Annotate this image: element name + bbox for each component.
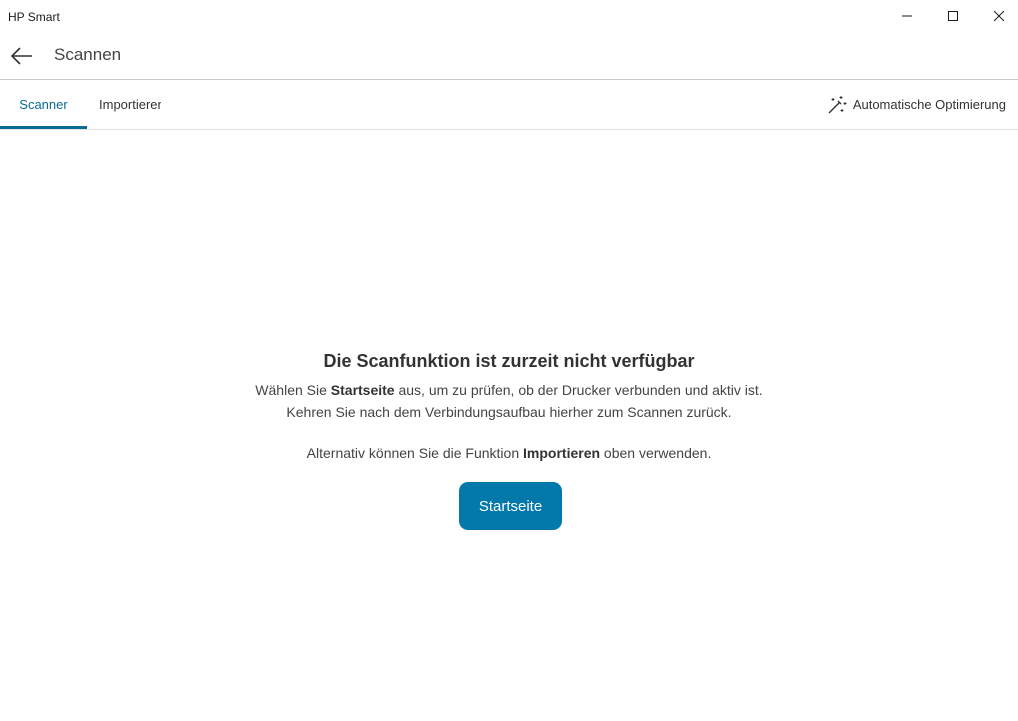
message-line-2: Kehren Sie nach dem Verbindungsaufbau hi… [286, 404, 732, 420]
home-button[interactable]: Startseite [459, 482, 562, 530]
minimize-button[interactable] [884, 0, 930, 32]
title-bar: HP Smart [0, 0, 1018, 32]
page-header: Scannen [0, 32, 1018, 80]
tab-bar: Scanner Importieren Automatische Optimie… [0, 80, 1018, 130]
minimize-icon [902, 15, 912, 17]
page-title: Scannen [54, 45, 122, 64]
maximize-button[interactable] [930, 0, 976, 32]
message-line-1: Wählen Sie Startseite aus, um zu prüfen,… [255, 382, 763, 398]
app-title: HP Smart [8, 10, 60, 24]
back-button[interactable] [6, 40, 38, 72]
app-window: HP Smart Scannen Scanner Importieren Aut… [0, 0, 1018, 721]
close-button[interactable] [976, 0, 1018, 32]
unavailable-message: Die Scanfunktion ist zurzeit nicht verfü… [0, 349, 1018, 464]
auto-optimization-button[interactable]: Automatische Optimierung [827, 80, 1006, 129]
magic-wand-icon [827, 95, 847, 115]
maximize-icon [948, 11, 958, 21]
auto-optimization-label: Automatische Optimierung [852, 97, 1006, 112]
close-icon [993, 10, 1005, 22]
tab-scanner[interactable]: Scanner [0, 80, 87, 129]
startseite-emphasis: Startseite [330, 382, 395, 398]
tab-import[interactable]: Importieren [99, 80, 161, 129]
message-line-3: Alternativ können Sie die Funktion Impor… [306, 445, 712, 461]
arrow-left-icon [11, 47, 32, 65]
importieren-emphasis: Importieren [523, 445, 601, 461]
message-title: Die Scanfunktion ist zurzeit nicht verfü… [323, 351, 695, 371]
